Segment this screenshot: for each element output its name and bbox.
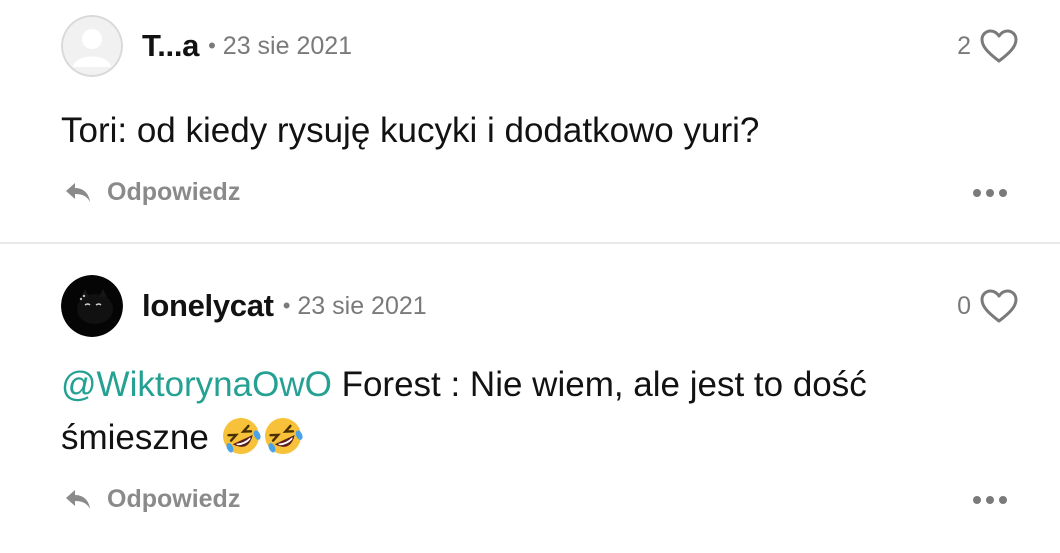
comment-text: Tori: od kiedy rysuję kucyki i dodatkowo… <box>61 104 1021 157</box>
comment: T...a • 23 sie 2021 2 Tori: od kiedy rys… <box>0 0 1060 242</box>
default-avatar-icon <box>61 15 123 77</box>
like-control[interactable]: 2 <box>957 15 1019 77</box>
like-control[interactable]: 0 <box>957 275 1019 337</box>
user-avatar[interactable] <box>61 275 123 337</box>
username[interactable]: T...a <box>142 28 199 64</box>
comment-date: 23 sie 2021 <box>222 31 353 60</box>
meta-separator: • <box>282 293 291 318</box>
comment-date: 23 sie 2021 <box>297 291 427 320</box>
comment-body: Tori: od kiedy rysuję kucyki i dodatkowo… <box>61 111 760 150</box>
user-avatar[interactable] <box>61 15 123 77</box>
user-mention-link[interactable]: @WiktorynaOwO <box>61 365 332 404</box>
reply-label: Odpowiedz <box>107 484 241 513</box>
heart-icon[interactable] <box>979 28 1019 64</box>
comment: lonelycat • 23 sie 2021 0 @WiktorynaOwO … <box>0 244 1060 553</box>
more-options-icon[interactable] <box>970 186 1010 200</box>
more-options-icon[interactable] <box>970 493 1010 507</box>
reply-arrow-icon <box>66 183 90 202</box>
reply-button[interactable]: Odpowiedz <box>63 484 240 514</box>
comment-text: @WiktorynaOwO Forest : Nie wiem, ale jes… <box>61 358 1021 464</box>
username[interactable]: lonelycat <box>142 288 274 324</box>
meta-separator: • <box>208 33 216 58</box>
cat-avatar-icon <box>61 275 123 337</box>
comment-meta: T...a • 23 sie 2021 <box>142 15 352 77</box>
heart-icon[interactable] <box>979 288 1019 324</box>
comment-meta: lonelycat • 23 sie 2021 <box>142 275 427 337</box>
like-count: 2 <box>957 31 971 60</box>
rolling-laughing-emoji-icon <box>222 418 261 454</box>
reply-arrow-icon <box>66 490 90 509</box>
reply-button[interactable]: Odpowiedz <box>63 177 240 207</box>
rolling-laughing-emoji-icon <box>264 418 303 454</box>
reply-label: Odpowiedz <box>107 177 241 206</box>
like-count: 0 <box>957 291 971 320</box>
